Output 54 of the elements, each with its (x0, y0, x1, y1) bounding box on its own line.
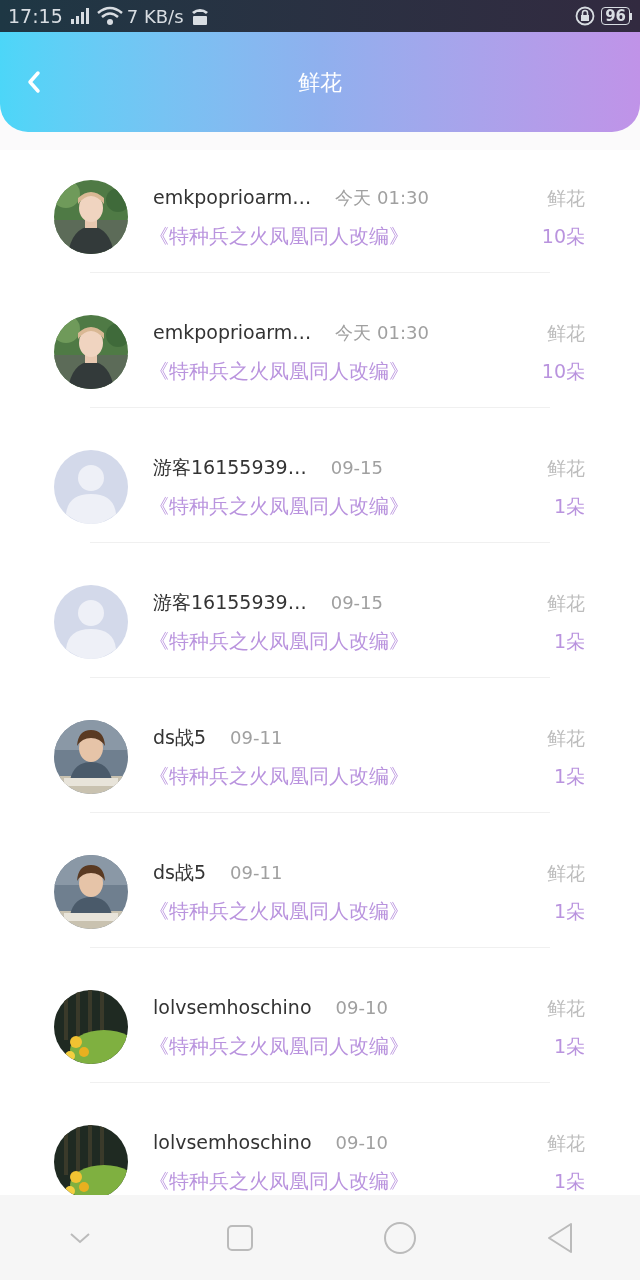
post-time: 09-15 (330, 590, 384, 615)
gift-count: 1朵 (553, 629, 585, 654)
signal-icon (68, 7, 91, 25)
post-time: 09-10 (335, 995, 388, 1020)
post-time: 09-10 (335, 1130, 388, 1155)
book-title: 《特种兵之火凤凰同人改编》 (149, 898, 410, 926)
post-time: 今天 01:30 (335, 320, 429, 345)
triangle-back-icon (546, 1221, 574, 1254)
page-title: 鲜花 (298, 68, 342, 97)
user-name: emkpoprioarm… (153, 319, 312, 345)
gift-label: 鲜花 (547, 455, 585, 481)
gift-count: 1朵 (553, 494, 585, 519)
gift-label: 鲜花 (547, 1130, 585, 1156)
user-name: lolvsemhoschino (153, 1129, 312, 1155)
battery-icon: 96 (601, 7, 632, 25)
chevron-down-icon (69, 1231, 91, 1244)
gift-label: 鲜花 (547, 995, 585, 1021)
default-avatar-icon (54, 450, 128, 524)
gift-count: 1朵 (553, 1169, 585, 1194)
post-time: 09-11 (230, 860, 283, 885)
gift-label: 鲜花 (547, 185, 585, 211)
book-title: 《特种兵之火凤凰同人改编》 (149, 223, 410, 251)
user-name: 游客16155939… (153, 589, 307, 615)
circle-icon (383, 1220, 417, 1255)
gift-label: 鲜花 (547, 725, 585, 751)
gift-count: 10朵 (541, 224, 585, 249)
post-time: 今天 01:30 (335, 185, 429, 210)
book-title: 《特种兵之火凤凰同人改编》 (149, 628, 410, 656)
gift-label: 鲜花 (547, 860, 585, 886)
wifi-icon (96, 6, 123, 26)
gift-label: 鲜花 (547, 590, 585, 616)
book-title: 《特种兵之火凤凰同人改编》 (149, 1033, 410, 1061)
post-time: 09-11 (230, 725, 283, 750)
post-time: 09-15 (330, 455, 384, 480)
book-title: 《特种兵之火凤凰同人改编》 (149, 1168, 410, 1196)
user-name: 游客16155939… (153, 454, 307, 480)
user-name: ds战5 (153, 859, 207, 885)
default-avatar-icon (54, 585, 128, 659)
user-name: ds战5 (153, 724, 207, 750)
book-title: 《特种兵之火凤凰同人改编》 (149, 493, 410, 521)
gift-count: 1朵 (553, 764, 585, 789)
gift-label: 鲜花 (547, 320, 585, 346)
book-title: 《特种兵之火凤凰同人改编》 (149, 763, 410, 791)
network-speed: 7 KB/s (126, 4, 184, 29)
back-icon (26, 70, 42, 94)
gift-count: 1朵 (553, 1034, 585, 1059)
rotation-lock-icon (575, 6, 596, 26)
gift-count: 10朵 (541, 359, 585, 384)
user-name: lolvsemhoschino (153, 994, 312, 1020)
user-name: emkpoprioarm… (153, 184, 312, 210)
status-time: 17:15 (8, 3, 63, 29)
book-title: 《特种兵之火凤凰同人改编》 (149, 358, 410, 386)
square-icon (226, 1223, 254, 1252)
gift-count: 1朵 (553, 899, 585, 924)
